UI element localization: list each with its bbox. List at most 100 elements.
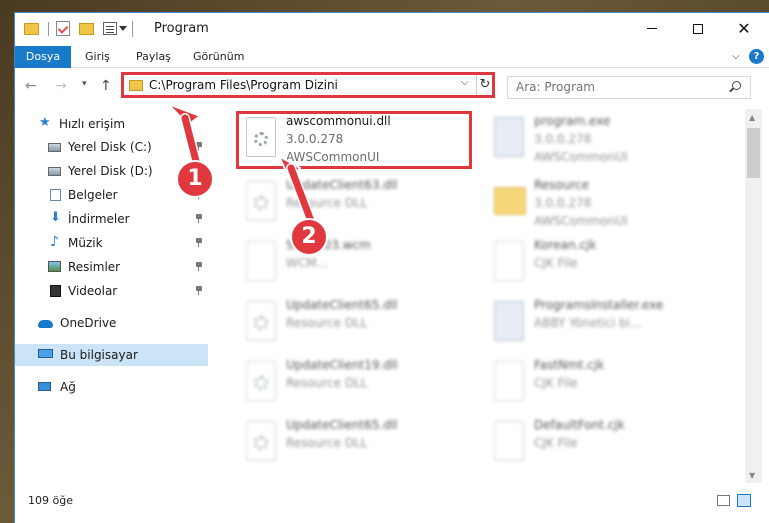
cloud-icon <box>38 320 53 328</box>
folder-icon <box>494 187 526 215</box>
sidebar-item-network[interactable]: Ağ <box>15 376 208 398</box>
file-name: Korean.cjk <box>534 238 597 252</box>
sidebar-item-quick-access[interactable]: ★ Hızlı erişim <box>15 113 208 135</box>
sidebar-item-label: OneDrive <box>60 316 117 330</box>
file-item[interactable]: UpdateClient65.dll Resource DLL <box>239 295 479 355</box>
maximize-icon <box>693 23 703 34</box>
pin-icon[interactable] <box>196 286 202 295</box>
file-name: ProgramsInstaller.exe <box>534 298 664 312</box>
sidebar-item-music[interactable]: ♪ Müzik <box>15 232 208 254</box>
pin-icon[interactable] <box>196 262 202 271</box>
pictures-icon <box>48 261 61 272</box>
pc-icon <box>38 349 53 358</box>
sidebar-item-label: Müzik <box>68 236 103 250</box>
forward-arrow-icon[interactable]: → <box>55 78 67 94</box>
sidebar-item-this-pc[interactable]: Bu bilgisayar <box>15 344 208 366</box>
tab-file[interactable]: Dosya <box>15 46 71 68</box>
file-detail: WCM... <box>286 256 329 270</box>
minimize-icon <box>647 28 657 29</box>
file-icon <box>494 361 524 401</box>
up-arrow-icon[interactable]: ↑ <box>100 78 112 94</box>
address-path[interactable]: C:\Program Files\Program Dizini <box>149 78 338 92</box>
file-name: UpdateClient19.dll <box>286 358 398 372</box>
search-input[interactable] <box>516 80 716 94</box>
file-name: UpdateClient65.dll <box>286 418 398 432</box>
large-icons-view-icon[interactable] <box>737 494 751 507</box>
file-item[interactable]: program.exe 3.0.0.278 AWSCommonUI <box>487 111 727 171</box>
file-icon <box>246 241 276 281</box>
address-history-chevron-down-icon[interactable]: ⌵ <box>461 77 469 88</box>
scroll-thumb[interactable] <box>747 128 760 178</box>
file-icon <box>494 241 524 281</box>
file-item[interactable]: FastNmt.cjk CJK File <box>487 355 727 415</box>
divider <box>132 21 133 37</box>
properties-check-icon[interactable] <box>56 21 70 36</box>
explorer-window: Program ✕ Dosya Giriş Paylaş Görünüm ⌵ ?… <box>14 12 769 523</box>
sidebar-item-onedrive[interactable]: OneDrive <box>15 312 208 334</box>
details-view-icon[interactable] <box>717 495 730 506</box>
file-item[interactable]: UpdateClient19.dll Resource DLL <box>239 355 479 415</box>
sidebar-item-label: Resimler <box>68 260 121 274</box>
exe-file-icon <box>494 117 524 157</box>
sidebar-item-pictures[interactable]: Resimler <box>15 256 208 278</box>
file-item[interactable]: UpdateClient65.dll Resource DLL <box>239 415 479 475</box>
file-detail: CJK File <box>534 376 578 390</box>
gear-icon <box>254 436 268 450</box>
pin-icon[interactable] <box>196 142 202 151</box>
file-name: UpdateClient65.dll <box>286 298 398 312</box>
file-item[interactable]: Snip...03.wcm WCM... <box>239 235 479 295</box>
tab-view[interactable]: Görünüm <box>193 46 244 68</box>
maximize-button[interactable] <box>675 13 721 44</box>
item-count: 109 öğe <box>28 494 73 507</box>
navigation-bar: ← → ▾ ↑ C:\Program Files\Program Dizini … <box>15 69 769 103</box>
tab-home[interactable]: Giriş <box>85 46 110 68</box>
refresh-button[interactable]: ↻ <box>476 75 493 95</box>
recent-locations-chevron-down-icon[interactable]: ▾ <box>82 79 87 89</box>
file-detail: CJK File <box>534 436 578 450</box>
scroll-up-icon[interactable]: ▲ <box>749 113 755 122</box>
file-detail: Resource DLL <box>286 376 368 390</box>
sidebar-item-local-disk-c[interactable]: Yerel Disk (C:) <box>15 136 208 158</box>
highlight-box <box>236 111 472 169</box>
customize-quick-access-chevron-down-icon[interactable] <box>119 26 127 31</box>
back-arrow-icon[interactable]: ← <box>25 78 37 94</box>
search-icon[interactable] <box>732 81 741 90</box>
help-icon[interactable]: ? <box>749 49 764 64</box>
new-folder-icon[interactable] <box>79 23 94 35</box>
vertical-scrollbar[interactable]: ▲ ▼ <box>745 109 762 483</box>
scroll-down-icon[interactable]: ▼ <box>749 471 755 480</box>
file-item[interactable]: ProgramsInstaller.exe ABBY Yönetici bi..… <box>487 295 727 355</box>
file-detail: AWSCommonUI <box>534 214 628 228</box>
tab-share[interactable]: Paylaş <box>136 46 171 68</box>
folder-item[interactable]: Resource 3.0.0.278 AWSCommonUI <box>487 175 727 235</box>
sidebar-item-videos[interactable]: Videolar <box>15 280 208 302</box>
properties-icon[interactable] <box>103 22 117 35</box>
pin-icon[interactable] <box>196 214 202 223</box>
file-item[interactable]: UpdateClient63.dll Resource DLL <box>239 175 479 235</box>
expand-ribbon-chevron-down-icon[interactable]: ⌵ <box>732 51 740 62</box>
minimize-button[interactable] <box>629 13 675 44</box>
videos-icon <box>50 285 61 297</box>
file-item[interactable]: Korean.cjk CJK File <box>487 235 727 295</box>
file-item[interactable]: DefaultFont.cjk CJK File <box>487 415 727 475</box>
sidebar-item-label: Belgeler <box>68 188 118 202</box>
pin-icon[interactable] <box>196 238 202 247</box>
file-name: program.exe <box>534 114 611 128</box>
disk-icon <box>48 143 61 152</box>
file-detail: ABBY Yönetici bi... <box>534 316 642 330</box>
file-detail: 3.0.0.278 <box>534 132 592 146</box>
search-box[interactable] <box>507 76 751 99</box>
close-button[interactable]: ✕ <box>721 13 767 44</box>
sidebar-item-label: Hızlı erişim <box>59 117 126 131</box>
file-detail: AWSCommonUI <box>534 150 628 164</box>
file-detail: Resource DLL <box>286 196 368 210</box>
file-detail: CJK File <box>534 256 578 270</box>
sidebar-item-downloads[interactable]: ⬇ İndirmeler <box>15 208 208 230</box>
sidebar-item-label: Ağ <box>60 380 76 394</box>
file-icon <box>494 421 524 461</box>
address-bar[interactable]: C:\Program Files\Program Dizini ⌵ ↻ <box>121 72 495 98</box>
divider <box>48 22 49 36</box>
dll-file-icon <box>246 181 276 221</box>
sidebar-item-label: Yerel Disk (C:) <box>68 140 152 154</box>
dll-file-icon <box>246 421 276 461</box>
